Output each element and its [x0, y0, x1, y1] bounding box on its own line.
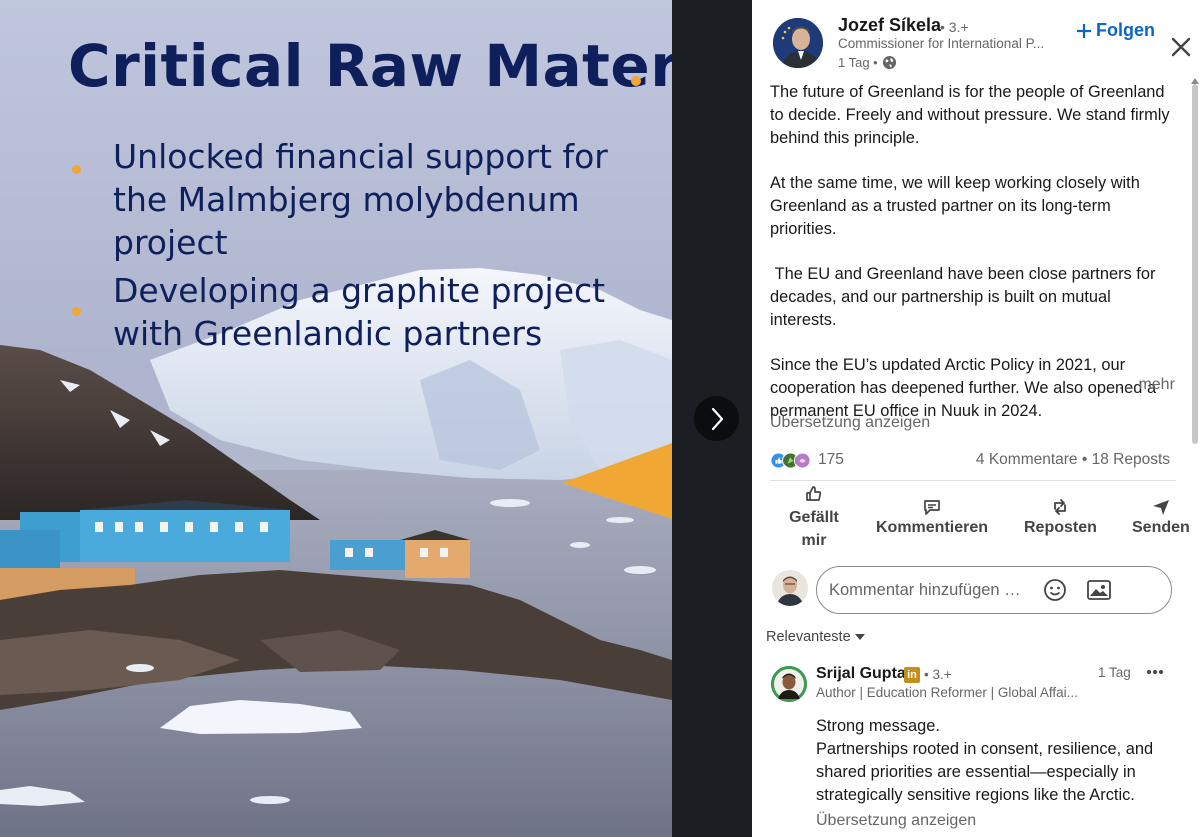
- reaction-count: 175: [818, 451, 844, 468]
- repost-label: Reposten: [1024, 519, 1097, 536]
- post-paragraph: The future of Greenland is for the peopl…: [770, 83, 1175, 147]
- commenter-photo: [771, 666, 807, 702]
- plus-icon: [1077, 23, 1091, 38]
- emoji-icon[interactable]: [1042, 577, 1068, 603]
- post-action-bar: Gefällt mir Kommentieren Reposten Senden: [770, 484, 1200, 554]
- comment-sort-dropdown[interactable]: Relevanteste: [766, 629, 865, 645]
- slide-image: Critical Raw Materials Unlocked financia…: [0, 0, 672, 837]
- reaction-summary[interactable]: 175: [770, 451, 844, 469]
- scrollbar-thumb[interactable]: [1192, 84, 1198, 444]
- repost-button[interactable]: Reposten: [1024, 497, 1097, 537]
- caret-down-icon: [854, 634, 865, 640]
- commenter-avatar[interactable]: [771, 666, 807, 702]
- post-body: The future of Greenland is for the peopl…: [770, 81, 1176, 445]
- author-name[interactable]: Jozef Síkela: [838, 15, 941, 36]
- comment-text: Strong message. Partnerships rooted in c…: [816, 717, 1154, 804]
- slide-bullet-1: Unlocked financial support for the Malmb…: [113, 137, 608, 262]
- more-options-icon[interactable]: [1144, 664, 1166, 680]
- bullet-dot: [72, 165, 81, 174]
- post-viewer: Critical Raw Materials Unlocked financia…: [0, 0, 1200, 837]
- image-icon[interactable]: [1086, 577, 1112, 603]
- commenter-degree: • 3.+: [924, 667, 952, 682]
- chevron-right-icon: [711, 407, 723, 430]
- post-author-header: Jozef Síkela • 3.+ Commissioner for Inte…: [770, 14, 1191, 74]
- commenter-headline: Author | Education Reformer | Global Aff…: [816, 685, 1078, 700]
- support-reaction-icon: [794, 451, 811, 469]
- commenter-name[interactable]: Srijal Gupta: [816, 665, 906, 683]
- comments-reposts-count[interactable]: 4 Kommentare • 18 Reposts: [976, 451, 1170, 469]
- globe-icon: [882, 55, 896, 70]
- show-translation-link[interactable]: Übersetzung anzeigen: [770, 414, 930, 432]
- comment-timestamp: 1 Tag: [1098, 665, 1131, 680]
- greenland-landscape-photo: [0, 0, 672, 837]
- slide-title: Critical Raw Materials: [68, 32, 672, 100]
- like-button[interactable]: Gefällt mir: [788, 484, 840, 552]
- current-user-avatar[interactable]: [772, 570, 808, 606]
- comment-input[interactable]: Kommentar hinzufügen …: [816, 566, 1172, 614]
- post-timestamp: 1 Tag •: [838, 55, 897, 70]
- author-photo: [773, 18, 823, 68]
- send-icon: [1152, 500, 1169, 515]
- comment-icon: [924, 500, 940, 515]
- author-headline: Commissioner for International P...: [838, 36, 1044, 51]
- bullet-dot: [72, 307, 81, 316]
- comment-label: Kommentieren: [876, 519, 989, 536]
- sort-label: Relevanteste: [766, 629, 851, 645]
- follow-label: Folgen: [1096, 20, 1155, 40]
- follow-button[interactable]: Folgen: [1076, 20, 1155, 41]
- post-panel: Jozef Síkela • 3.+ Commissioner for Inte…: [752, 0, 1200, 837]
- send-button[interactable]: Senden: [1132, 497, 1190, 537]
- post-paragraph: At the same time, we will keep working c…: [770, 174, 1145, 238]
- repost-icon: [1054, 499, 1067, 515]
- comment-button[interactable]: Kommentieren: [876, 497, 988, 537]
- send-label: Senden: [1132, 519, 1190, 536]
- post-time-text: 1 Tag •: [838, 55, 878, 70]
- like-label: Gefällt mir: [789, 509, 839, 549]
- post-paragraph: The EU and Greenland have been close par…: [770, 265, 1160, 329]
- comment-composer: Kommentar hinzufügen …: [770, 566, 1180, 614]
- connection-degree: • 3.+: [940, 19, 969, 35]
- comment-show-translation-link[interactable]: Übersetzung anzeigen: [816, 812, 976, 830]
- next-slide-button[interactable]: [694, 396, 739, 441]
- thumbs-up-icon: [806, 486, 822, 501]
- title-dot-accent: [631, 76, 641, 86]
- user-photo: [772, 570, 808, 606]
- author-avatar[interactable]: [773, 18, 823, 68]
- see-more-link[interactable]: … mehr: [1118, 376, 1175, 394]
- post-paragraph: Since the EU’s updated Arctic Policy in …: [770, 356, 1161, 420]
- close-icon[interactable]: [1168, 34, 1194, 60]
- slide-bullet-2: Developing a graphite project with Green…: [113, 271, 606, 353]
- orange-triangle-accent: [562, 443, 672, 519]
- linkedin-premium-badge-icon: in: [904, 667, 920, 683]
- divider: [770, 480, 1176, 481]
